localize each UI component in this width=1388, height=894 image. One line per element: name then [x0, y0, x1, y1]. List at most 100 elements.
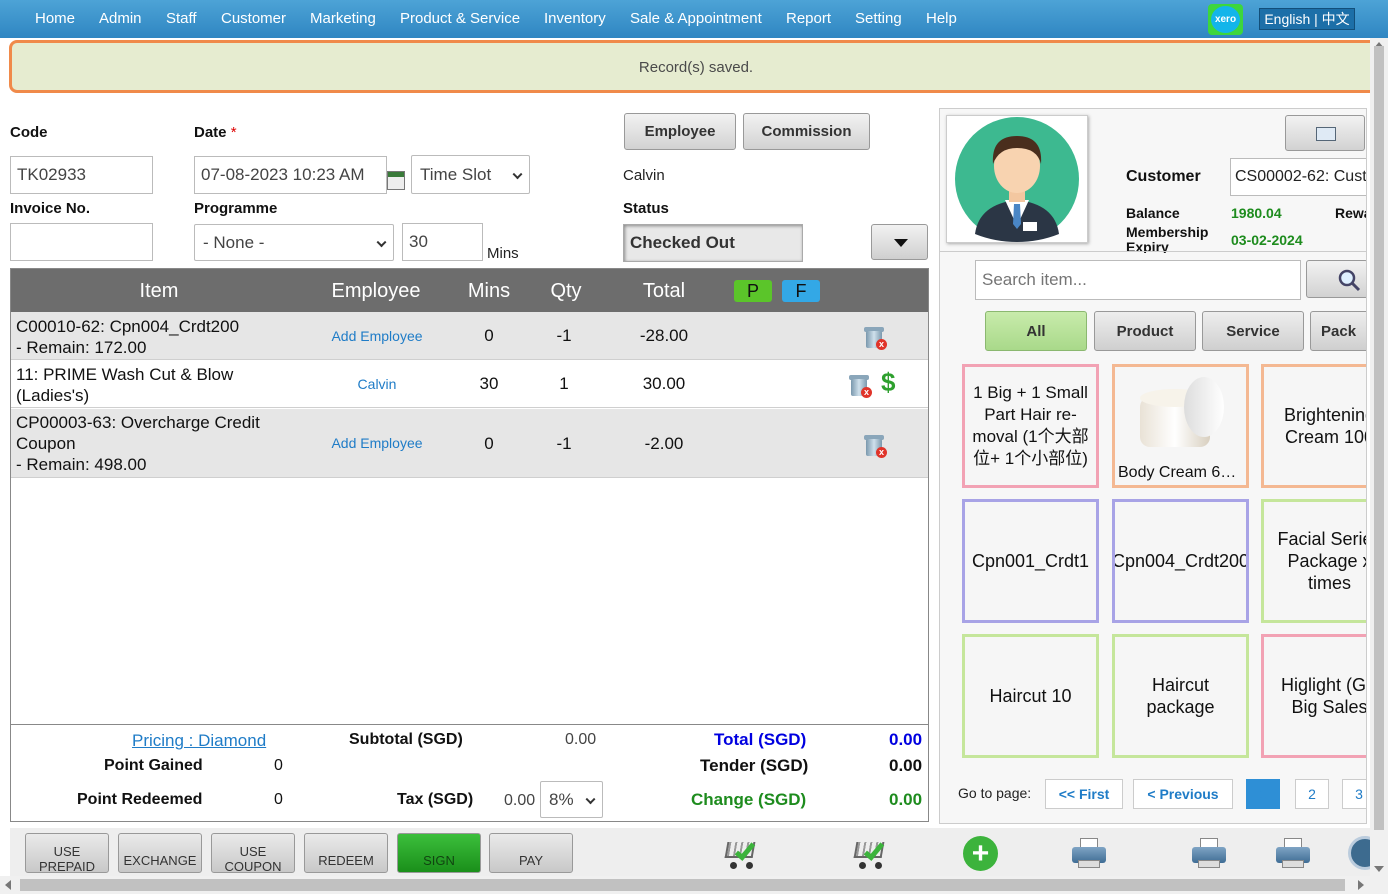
employee-link[interactable]: Calvin: [307, 376, 447, 392]
invoice-field[interactable]: [10, 223, 153, 261]
f-badge[interactable]: F: [782, 280, 820, 302]
product-tile[interactable]: Haircut 10: [962, 634, 1099, 758]
product-tile[interactable]: Higlight (GS Big Sales: [1261, 634, 1366, 758]
nav-admin[interactable]: Admin: [99, 10, 142, 27]
search-input[interactable]: [975, 260, 1301, 300]
code-label: Code: [10, 124, 48, 141]
xero-logo-text: xero: [1211, 6, 1240, 33]
row-item-line: C00010-62: Cpn004_Crdt200: [16, 317, 240, 336]
add-icon[interactable]: +: [963, 836, 998, 871]
xero-icon[interactable]: xero: [1208, 4, 1243, 35]
customer-label: Customer: [1126, 168, 1201, 185]
delete-icon[interactable]: x: [849, 373, 872, 398]
delete-icon[interactable]: x: [864, 325, 887, 350]
programme-value: - None -: [203, 232, 265, 252]
change-value: 0.00: [889, 790, 923, 809]
nav-product-service[interactable]: Product & Service: [400, 10, 520, 27]
cart-checkout-icon[interactable]: [851, 836, 891, 870]
row-item-text: 11: PRIME Wash Cut & Blow (Ladies's): [16, 364, 233, 406]
customer-field[interactable]: CS00002-62: Cust: [1230, 158, 1366, 196]
exchange-button[interactable]: EXCHANGE: [118, 833, 202, 873]
commission-button[interactable]: Commission: [743, 113, 870, 150]
cart-checkout-icon[interactable]: [722, 836, 762, 870]
product-tile[interactable]: Cpn001_Crdt1: [962, 499, 1099, 623]
row-qty: 1: [559, 374, 569, 393]
product-tile[interactable]: Facial Series Package x times: [1261, 499, 1366, 623]
previous-page-button[interactable]: < Previous: [1133, 779, 1233, 809]
header-employee: Employee: [331, 280, 421, 302]
vertical-scroll-thumb[interactable]: [1374, 46, 1384, 830]
product-tile[interactable]: Body Cream 6…: [1112, 364, 1249, 488]
id-card-icon: [1316, 127, 1336, 141]
totals-section: Pricing : Diamond Subtotal (SGD) 0.00 To…: [11, 724, 928, 821]
delete-icon[interactable]: x: [864, 433, 887, 458]
tab-product[interactable]: Product: [1094, 311, 1196, 351]
tax-value: 0.00: [504, 792, 536, 809]
row-item-line: 11: PRIME Wash Cut & Blow: [16, 365, 234, 384]
product-tile[interactable]: Haircut package: [1112, 634, 1249, 758]
status-dropdown-button[interactable]: [871, 224, 928, 260]
nav-help[interactable]: Help: [926, 10, 957, 27]
horizontal-scroll-thumb[interactable]: [20, 879, 1345, 891]
scroll-down-icon[interactable]: [1374, 866, 1384, 872]
printer-icon[interactable]: [1072, 838, 1106, 870]
pricing-link[interactable]: Pricing : Diamond: [132, 731, 266, 751]
time-slot-select[interactable]: Time Slot: [411, 155, 530, 194]
printer-icon[interactable]: [1276, 838, 1310, 870]
printer-icon[interactable]: [1192, 838, 1226, 870]
nav-marketing[interactable]: Marketing: [310, 10, 376, 27]
nav-home[interactable]: Home: [35, 10, 75, 27]
search-button[interactable]: [1306, 260, 1366, 298]
tax-label: Tax (SGD): [397, 791, 474, 808]
nav-setting[interactable]: Setting: [855, 10, 902, 27]
employee-button[interactable]: Employee: [624, 113, 736, 150]
pay-button[interactable]: PAY: [489, 833, 573, 873]
first-page-button[interactable]: << First: [1045, 779, 1123, 809]
customer-card-button[interactable]: [1285, 115, 1365, 151]
membership-expiry-value: 03-02-2024: [1231, 232, 1303, 248]
nav-inventory[interactable]: Inventory: [544, 10, 606, 27]
sign-button[interactable]: SIGN: [397, 833, 481, 873]
add-employee-link[interactable]: Add Employee: [307, 435, 447, 451]
employee-name: Calvin: [623, 167, 665, 184]
nav-report[interactable]: Report: [786, 10, 831, 27]
horizontal-scrollbar[interactable]: [0, 876, 1388, 894]
page-1-button[interactable]: 1: [1246, 779, 1280, 809]
nav-staff[interactable]: Staff: [166, 10, 197, 27]
nav-customer[interactable]: Customer: [221, 10, 286, 27]
tab-package[interactable]: Pack: [1310, 311, 1366, 351]
scroll-left-icon[interactable]: [5, 880, 11, 890]
more-icon[interactable]: [1348, 836, 1370, 872]
dollar-icon[interactable]: $: [881, 367, 895, 398]
required-marker: *: [230, 124, 237, 141]
code-field[interactable]: TK02933: [10, 156, 153, 194]
top-nav-bar: Home Admin Staff Customer Marketing Prod…: [0, 0, 1388, 38]
product-tile[interactable]: Brightening Cream 100: [1261, 364, 1366, 488]
time-slot-value: Time Slot: [420, 164, 492, 184]
date-field[interactable]: 07-08-2023 10:23 AM: [194, 156, 387, 194]
tax-rate-select[interactable]: 8%: [540, 781, 603, 818]
use-coupon-button[interactable]: USE COUPON: [211, 833, 295, 873]
page-2-button[interactable]: 2: [1295, 779, 1329, 809]
row-mins: 0: [484, 434, 494, 453]
tab-service[interactable]: Service: [1202, 311, 1304, 351]
programme-select[interactable]: - None -: [194, 224, 394, 261]
add-employee-link[interactable]: Add Employee: [307, 328, 447, 344]
product-tile[interactable]: Cpn004_Crdt200: [1112, 499, 1249, 623]
tab-all[interactable]: All: [985, 311, 1087, 351]
row-item-line: (Ladies's): [16, 386, 90, 405]
language-switch-button[interactable]: English | 中文: [1259, 8, 1355, 30]
page-3-button[interactable]: 3: [1342, 779, 1366, 809]
scroll-right-icon[interactable]: [1358, 880, 1364, 890]
table-row: C00010-62: Cpn004_Crdt200 - Remain: 172.…: [11, 312, 928, 360]
header-total: Total: [642, 280, 686, 302]
vertical-scrollbar[interactable]: [1370, 38, 1388, 876]
redeem-button[interactable]: REDEEM: [304, 833, 388, 873]
nav-sale-appointment[interactable]: Sale & Appointment: [630, 10, 762, 27]
p-badge[interactable]: P: [734, 280, 772, 302]
mins-field[interactable]: 30: [402, 223, 483, 261]
product-tile[interactable]: 1 Big + 1 Small Part Hair re-moval (1个大部…: [962, 364, 1099, 488]
calendar-icon[interactable]: [387, 171, 405, 190]
use-prepaid-button[interactable]: USE PREPAID: [25, 833, 109, 873]
row-qty: -1: [556, 326, 572, 345]
